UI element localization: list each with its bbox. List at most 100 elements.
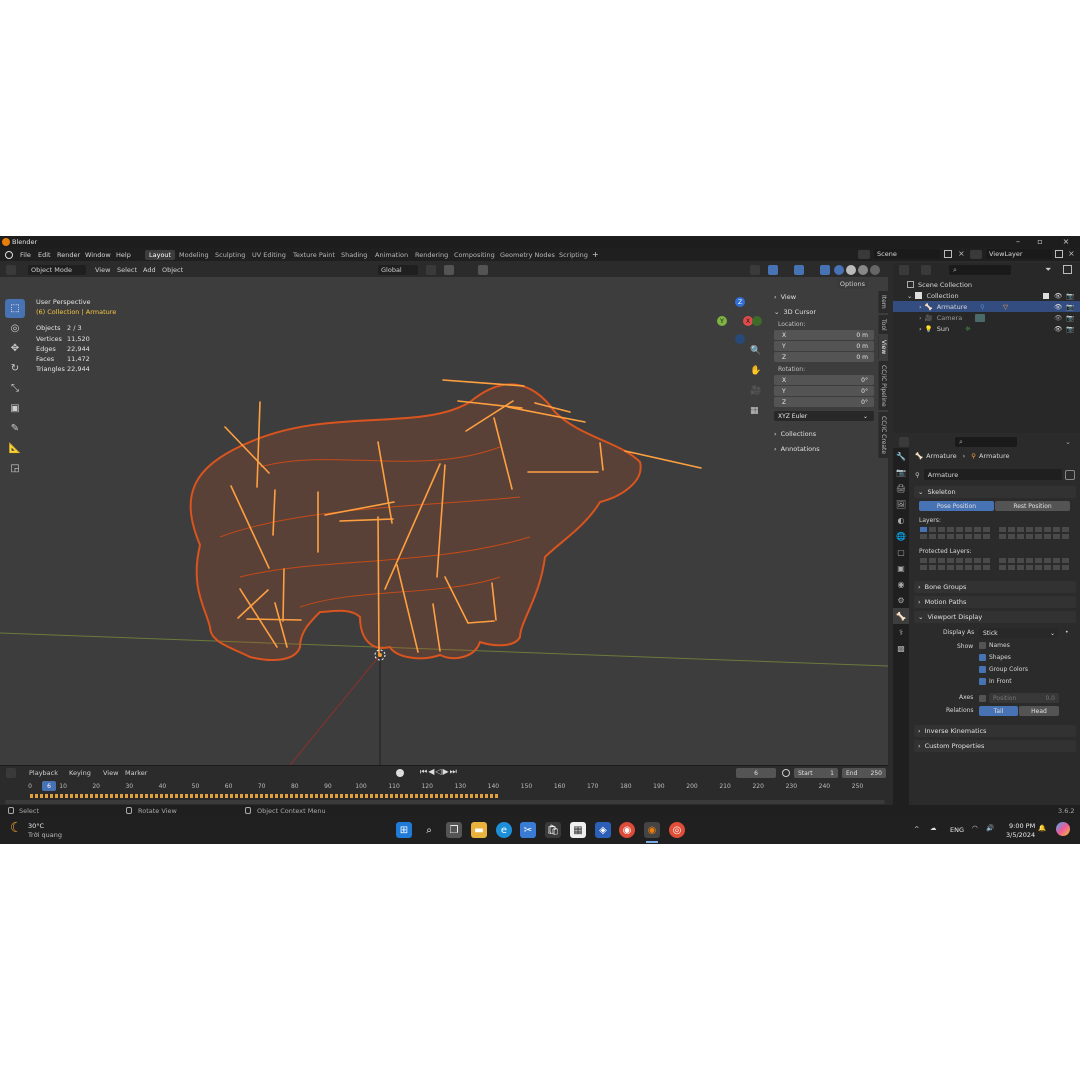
delete-viewlayer-icon[interactable]: × xyxy=(1068,249,1075,258)
bone-layer-toggle[interactable] xyxy=(973,526,982,533)
axes-checkbox[interactable] xyxy=(979,694,989,702)
output-props-icon[interactable]: 🖨 xyxy=(893,480,909,496)
relations-head-button[interactable]: Head xyxy=(1019,706,1059,716)
snap-icon[interactable] xyxy=(444,265,454,275)
bone-groups-section[interactable]: › Bone Groups xyxy=(914,581,1076,593)
editor-type-icon[interactable] xyxy=(6,265,16,275)
end-frame-field[interactable]: End 250 xyxy=(842,768,886,778)
clock-icon[interactable] xyxy=(782,769,790,777)
weather-icon[interactable]: ☾ xyxy=(10,820,23,836)
options-icon[interactable]: ⌄ xyxy=(1065,438,1071,446)
bone-layer-toggle[interactable] xyxy=(1043,564,1052,571)
bone-layer-toggle[interactable] xyxy=(982,533,991,540)
bone-layer-toggle[interactable] xyxy=(1016,526,1025,533)
zoom-icon[interactable]: 🔍 xyxy=(750,346,762,358)
viewport-menu-add[interactable]: Add xyxy=(140,265,159,275)
sun-camera-icon[interactable]: 📷 xyxy=(1066,325,1074,333)
render-props-icon[interactable]: 📷 xyxy=(893,464,909,480)
collection-props-icon[interactable]: ▢ xyxy=(893,544,909,560)
shading-rendered-icon[interactable] xyxy=(870,265,880,275)
bone-layer-toggle[interactable] xyxy=(928,526,937,533)
tab-texture-paint[interactable]: Texture Paint xyxy=(289,250,339,260)
menu-window[interactable]: Window xyxy=(85,251,111,259)
viewport-menu-view[interactable]: View xyxy=(92,265,113,275)
gizmo-toggle-icon[interactable] xyxy=(768,265,778,275)
camera-render-icon[interactable]: 📷 xyxy=(1066,314,1074,322)
collections-section[interactable]: › Collections xyxy=(774,428,874,439)
motion-paths-section[interactable]: › Motion Paths xyxy=(914,596,1076,608)
transform-orientation[interactable]: Global xyxy=(378,265,418,275)
bone-layer-toggle[interactable] xyxy=(955,526,964,533)
shading-material-icon[interactable] xyxy=(858,265,868,275)
tab-rendering[interactable]: Rendering xyxy=(411,250,452,260)
blender-menu-icon[interactable] xyxy=(5,251,13,259)
outliner-camera[interactable]: › 🎥 Camera 👁 📷 xyxy=(893,312,1080,323)
bone-layer-toggle[interactable] xyxy=(955,557,964,564)
timeline-menu-view[interactable]: View xyxy=(100,768,121,778)
bone-layer-toggle[interactable] xyxy=(937,526,946,533)
custom-properties-section[interactable]: › Custom Properties xyxy=(914,740,1076,752)
bone-layer-toggle[interactable] xyxy=(1034,564,1043,571)
proportional-edit-icon[interactable] xyxy=(478,265,488,275)
bone-layer-toggle[interactable] xyxy=(1061,557,1070,564)
bone-layer-toggle[interactable] xyxy=(1052,557,1061,564)
new-scene-icon[interactable] xyxy=(944,250,952,258)
bone-layer-toggle[interactable] xyxy=(998,557,1007,564)
bone-layer-toggle[interactable] xyxy=(1052,526,1061,533)
bone-layer-toggle[interactable] xyxy=(998,526,1007,533)
timeline-editor-icon[interactable] xyxy=(6,768,16,778)
armature-data-props-icon[interactable]: 🦴 xyxy=(893,608,909,624)
onedrive-icon[interactable]: ☁ xyxy=(930,824,937,832)
snipping-tool-icon[interactable]: ✂ xyxy=(520,822,536,838)
gizmo-neg-z[interactable] xyxy=(735,334,745,344)
gizmo-z-axis[interactable]: Z xyxy=(735,297,745,307)
fake-user-icon[interactable] xyxy=(1065,469,1075,480)
pan-hand-icon[interactable]: ✋ xyxy=(750,366,762,378)
cursor-rotation-z[interactable]: Z 0° xyxy=(774,397,874,407)
viewlayer-selector[interactable]: ViewLayer xyxy=(986,249,1052,259)
bone-layer-toggle[interactable] xyxy=(964,533,973,540)
bone-layer-toggle[interactable] xyxy=(919,564,928,571)
in-front-checkbox[interactable]: In Front xyxy=(979,678,1012,685)
viewport-display-section[interactable]: ⌄ Viewport Display xyxy=(914,611,1076,623)
gizmo-neg-y[interactable] xyxy=(752,316,762,326)
cursor-location-z[interactable]: Z0 m xyxy=(774,352,874,362)
xray-icon[interactable] xyxy=(820,265,830,275)
gizmo-y-axis[interactable]: Y xyxy=(717,316,727,326)
menu-edit[interactable]: Edit xyxy=(38,251,51,259)
tray-overflow-icon[interactable]: ^ xyxy=(914,825,919,833)
outliner-collection[interactable]: ⌄ Collection 👁 📷 xyxy=(893,290,1080,301)
visibility-icon[interactable] xyxy=(750,265,760,275)
bone-layer-toggle[interactable] xyxy=(964,557,973,564)
bone-layer-toggle[interactable] xyxy=(998,533,1007,540)
viewlayer-icon[interactable] xyxy=(970,250,982,259)
minimize-icon[interactable]: – xyxy=(1010,237,1026,246)
outliner-scene-collection[interactable]: Scene Collection xyxy=(893,279,1080,290)
bone-layer-toggle[interactable] xyxy=(964,564,973,571)
overlay-toggle-icon[interactable] xyxy=(794,265,804,275)
expand-arrow-icon[interactable]: › xyxy=(919,303,922,311)
collection-camera-icon[interactable]: 📷 xyxy=(1066,292,1074,300)
timeline-menu-keying[interactable]: Keying xyxy=(66,768,94,778)
bone-layer-toggle[interactable] xyxy=(928,533,937,540)
bone-layer-toggle[interactable] xyxy=(973,557,982,564)
clock-date[interactable]: 3/5/2024 xyxy=(1006,831,1035,839)
axes-position-field[interactable]: Position 0.0 xyxy=(989,693,1059,703)
bone-layer-toggle[interactable] xyxy=(928,557,937,564)
bone-layer-toggle[interactable] xyxy=(1016,533,1025,540)
tab-cc-create[interactable]: CC/iC Create xyxy=(878,412,888,459)
cursor-location-x[interactable]: X0 m xyxy=(774,330,874,340)
bone-layer-toggle[interactable] xyxy=(1043,533,1052,540)
cursor-rotation-x[interactable]: X 0° xyxy=(774,375,874,385)
bone-layer-toggle[interactable] xyxy=(1016,564,1025,571)
outliner-search-input[interactable] xyxy=(949,265,1011,275)
sun-eye-icon[interactable]: 👁 xyxy=(1054,325,1062,333)
group-colors-checkbox[interactable]: Group Colors xyxy=(979,666,1028,673)
physics-props-icon[interactable]: ◉ xyxy=(893,576,909,592)
tab-tool[interactable]: Tool xyxy=(878,314,888,335)
bone-layer-toggle[interactable] xyxy=(955,564,964,571)
record-icon[interactable] xyxy=(396,769,404,777)
object-props-icon[interactable]: ▣ xyxy=(893,560,909,576)
bone-layer-toggle[interactable] xyxy=(1025,564,1034,571)
expand-arrow-icon[interactable]: › xyxy=(919,314,922,322)
